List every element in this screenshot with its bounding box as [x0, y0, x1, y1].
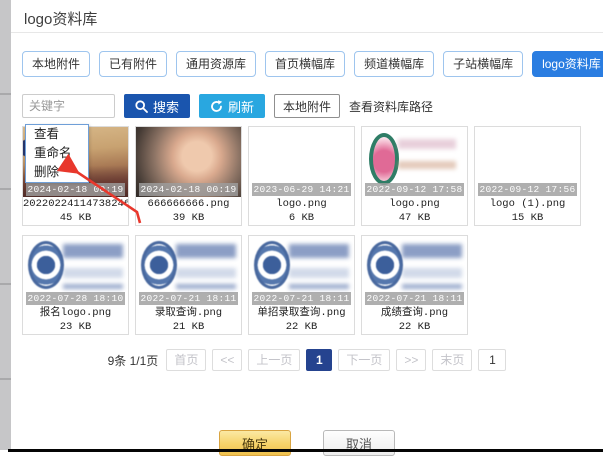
- file-timestamp: 2022-07-21 18:11: [252, 292, 351, 305]
- file-timestamp: 2024-02-18 00:19: [26, 183, 125, 196]
- file-size: 39 KB: [136, 212, 241, 226]
- pagination-summary: 9条 1/1页: [108, 352, 159, 369]
- library-tab[interactable]: 频道横幅库: [354, 51, 434, 77]
- file-name: logo.png: [249, 197, 354, 212]
- file-size: 22 KB: [249, 321, 354, 335]
- file-thumbnail: 2022-09-12 17:58: [362, 127, 467, 197]
- page-count: 1/1页: [130, 354, 159, 368]
- library-tabs: 本地附件 已有附件 通用资源库 首页横幅库 频道横幅库 子站横幅库 logo资料…: [22, 51, 603, 77]
- file-card[interactable]: 2022-07-21 18:11 成绩查询.png 22 KB: [361, 235, 468, 335]
- file-size: 15 KB: [475, 212, 580, 226]
- current-page-button[interactable]: 1: [306, 349, 332, 371]
- background-page-strip: [0, 0, 11, 450]
- title-divider: [11, 32, 603, 33]
- window-bottom-edge: [8, 449, 603, 452]
- file-thumbnail: 2022-07-21 18:11: [136, 236, 241, 306]
- file-card[interactable]: 2023-06-29 14:21 logo.png 6 KB: [248, 126, 355, 226]
- file-card[interactable]: 2022-07-28 18:10 报名logo.png 23 KB: [22, 235, 129, 335]
- file-thumbnail: 2022-07-21 18:11: [249, 236, 354, 306]
- next-page-button[interactable]: 下一页: [338, 349, 390, 371]
- file-size: 21 KB: [136, 321, 241, 335]
- file-card[interactable]: 2024-02-18 00:19 666666666.png 39 KB: [135, 126, 242, 226]
- file-timestamp: 2023-06-29 14:21: [252, 183, 351, 196]
- file-timestamp: 2022-09-12 17:58: [365, 183, 464, 196]
- ok-button[interactable]: 确定: [219, 430, 291, 456]
- library-tab[interactable]: 子站横幅库: [443, 51, 523, 77]
- last-page-button[interactable]: 末页: [432, 349, 472, 371]
- file-grid: 2024-02-18 00:19 20220224114738246.jpg 4…: [22, 126, 592, 335]
- first-page-button[interactable]: 首页: [166, 349, 206, 371]
- library-tab[interactable]: 首页横幅库: [265, 51, 345, 77]
- search-button-label: 搜索: [153, 97, 179, 116]
- file-size: 47 KB: [362, 212, 467, 226]
- library-tab[interactable]: 本地附件: [22, 51, 90, 77]
- file-thumbnail: 2022-07-21 18:11: [362, 236, 467, 306]
- file-timestamp: 2022-09-12 17:56: [478, 183, 577, 196]
- file-card[interactable]: 2022-09-12 17:56 logo (1).png 15 KB: [474, 126, 581, 226]
- file-card[interactable]: 2022-07-21 18:11 单招录取查询.png 22 KB: [248, 235, 355, 335]
- context-menu-item[interactable]: 删除: [26, 163, 88, 182]
- search-toolbar: 搜索 刷新 本地附件 查看资料库路径: [22, 94, 433, 118]
- file-size: 6 KB: [249, 212, 354, 226]
- fast-next-button[interactable]: >>: [396, 349, 426, 371]
- library-tab[interactable]: 已有附件: [99, 51, 167, 77]
- context-menu-item[interactable]: 查看: [26, 125, 88, 144]
- file-size: 22 KB: [362, 321, 467, 335]
- dialog-footer: 确定 取消: [11, 430, 603, 456]
- refresh-icon: [210, 100, 223, 113]
- file-size: 23 KB: [23, 321, 128, 335]
- view-library-path-link[interactable]: 查看资料库路径: [349, 98, 433, 115]
- refresh-button[interactable]: 刷新: [199, 94, 265, 118]
- file-thumbnail: 2024-02-18 00:19: [136, 127, 241, 197]
- logo-library-dialog: logo资料库 本地附件 已有附件 通用资源库 首页横幅库 频道横幅库 子站横幅…: [11, 0, 603, 450]
- dialog-title: logo资料库: [24, 8, 97, 29]
- file-thumbnail: 2022-07-28 18:10: [23, 236, 128, 306]
- keyword-input[interactable]: [22, 94, 115, 118]
- file-timestamp: 2024-02-18 00:19: [139, 183, 238, 196]
- file-card[interactable]: 2022-07-21 18:11 录取查询.png 21 KB: [135, 235, 242, 335]
- refresh-button-label: 刷新: [228, 97, 254, 116]
- context-menu: 查看 重命名 删除: [25, 124, 89, 183]
- file-card[interactable]: 2022-09-12 17:58 logo.png 47 KB: [361, 126, 468, 226]
- pagination: 9条 1/1页 首页 << 上一页 1 下一页 >> 末页: [11, 348, 603, 372]
- file-timestamp: 2022-07-21 18:11: [365, 292, 464, 305]
- library-tab[interactable]: logo资料库: [532, 51, 603, 77]
- file-name: 20220224114738246.jpg: [23, 197, 128, 212]
- file-name: 成绩查询.png: [362, 306, 467, 321]
- fast-prev-button[interactable]: <<: [212, 349, 242, 371]
- file-name: 报名logo.png: [23, 306, 128, 321]
- search-button[interactable]: 搜索: [124, 94, 190, 118]
- page: logo资料库 本地附件 已有附件 通用资源库 首页横幅库 频道横幅库 子站横幅…: [0, 0, 603, 456]
- library-tab[interactable]: 通用资源库: [176, 51, 256, 77]
- prev-page-button[interactable]: 上一页: [248, 349, 300, 371]
- context-menu-item[interactable]: 重命名: [26, 144, 88, 163]
- local-attachment-button[interactable]: 本地附件: [274, 94, 340, 118]
- file-timestamp: 2022-07-21 18:11: [139, 292, 238, 305]
- file-name: logo.png: [362, 197, 467, 212]
- file-name: logo (1).png: [475, 197, 580, 212]
- item-count: 9条: [108, 354, 127, 368]
- search-icon: [135, 100, 148, 113]
- file-name: 单招录取查询.png: [249, 306, 354, 321]
- file-name: 666666666.png: [136, 197, 241, 212]
- file-name: 录取查询.png: [136, 306, 241, 321]
- page-jump-input[interactable]: [478, 349, 506, 371]
- file-size: 45 KB: [23, 212, 128, 226]
- file-thumbnail: 2022-09-12 17:56: [475, 127, 580, 197]
- file-thumbnail: 2023-06-29 14:21: [249, 127, 354, 197]
- file-timestamp: 2022-07-28 18:10: [26, 292, 125, 305]
- cancel-button[interactable]: 取消: [323, 430, 395, 456]
